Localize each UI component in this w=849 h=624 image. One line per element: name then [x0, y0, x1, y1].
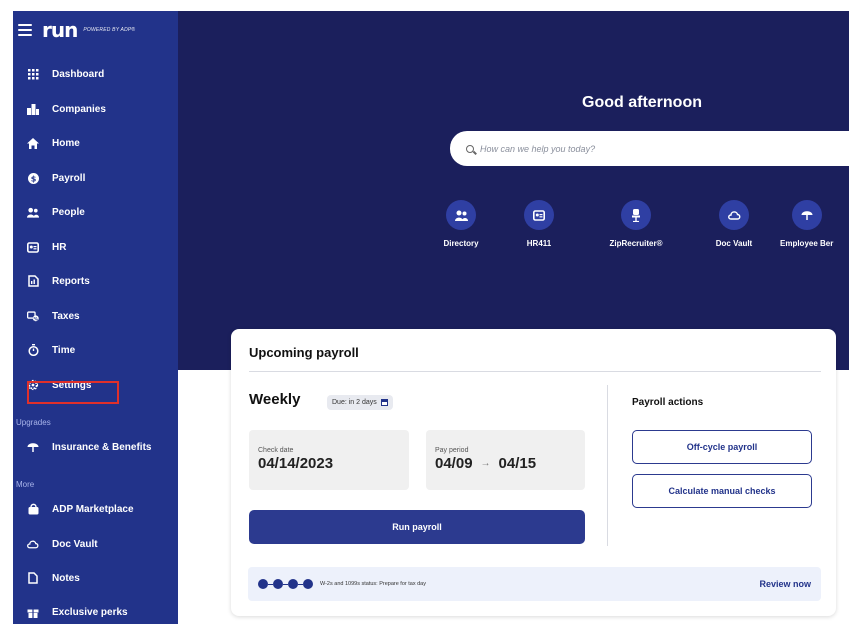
calculate-manual-checks-button[interactable]: Calculate manual checks [632, 474, 812, 508]
payroll-frequency: Weekly [249, 391, 301, 408]
id-card-icon [27, 241, 39, 253]
quick-link-label: HR411 [526, 239, 552, 248]
status-text: W-2s and 1099s status: Prepare for tax d… [320, 581, 426, 587]
grid-icon [27, 68, 39, 80]
dollar-icon: $ [27, 172, 39, 184]
arrow-right-icon: → [480, 458, 491, 469]
search-icon [466, 144, 474, 153]
hero-banner [178, 11, 849, 370]
due-badge-text: Due: in 2 days [332, 399, 377, 406]
progress-dots [258, 579, 313, 589]
pay-period-box: Pay period 04/09 → 04/15 [426, 430, 585, 490]
quick-link-hr411[interactable]: HR411 [509, 200, 569, 248]
home-icon [27, 137, 39, 149]
card-title: Upcoming payroll [249, 345, 359, 360]
tax-icon: % [27, 310, 39, 322]
upgrades-section-label: Upgrades [16, 418, 51, 427]
run-payroll-button[interactable]: Run payroll [249, 510, 585, 544]
sidebar-item-label: Taxes [52, 310, 80, 322]
divider [249, 371, 821, 372]
sidebar-item-label: Insurance & Benefits [52, 441, 152, 453]
sidebar-item-payroll[interactable]: $ Payroll [13, 167, 178, 189]
sidebar-item-insurance-benefits[interactable]: Insurance & Benefits [13, 436, 178, 458]
sidebar-item-companies[interactable]: Companies [13, 98, 178, 120]
sidebar-item-home[interactable]: Home [13, 132, 178, 154]
report-icon [27, 275, 39, 287]
powered-by-text: POWERED BY ADP® [83, 27, 136, 33]
umbrella-icon [27, 441, 39, 453]
stopwatch-icon [27, 344, 39, 356]
pay-period-start: 04/09 [435, 455, 473, 472]
hamburger-menu-icon[interactable] [18, 24, 32, 36]
svg-text:%: % [33, 316, 38, 322]
check-date-value: 04/14/2023 [258, 455, 334, 472]
sidebar-item-label: People [52, 206, 85, 218]
note-icon [27, 572, 39, 584]
sidebar-item-time[interactable]: Time [13, 339, 178, 361]
sidebar: run POWERED BY ADP® Dashboard Companies … [13, 11, 178, 624]
pay-period-end: 04/15 [498, 455, 537, 472]
sidebar-item-taxes[interactable]: % Taxes [13, 305, 178, 327]
sidebar-item-label: Payroll [52, 172, 86, 184]
quick-link-label: Employee Ber [780, 239, 834, 248]
cloud-lock-icon [27, 538, 39, 550]
sidebar-item-label: Exclusive perks [52, 606, 128, 618]
umbrella-icon [792, 200, 822, 230]
quick-link-label: Doc Vault [715, 239, 753, 248]
run-logo[interactable]: run [42, 20, 78, 40]
sidebar-item-people[interactable]: People [13, 201, 178, 223]
quick-link-directory[interactable]: Directory [426, 200, 496, 248]
greeting-heading: Good afternoon [582, 94, 702, 111]
calendar-icon[interactable] [380, 399, 388, 406]
sidebar-item-hr[interactable]: HR [13, 236, 178, 258]
sidebar-item-label: Home [52, 137, 80, 149]
sidebar-item-adp-marketplace[interactable]: ADP Marketplace [13, 498, 178, 520]
id-card-icon [524, 200, 554, 230]
sidebar-item-dashboard[interactable]: Dashboard [13, 63, 178, 85]
sidebar-item-label: Time [52, 344, 76, 356]
vertical-divider [607, 385, 608, 546]
people-icon [27, 206, 39, 218]
chair-icon [621, 200, 651, 230]
sidebar-item-doc-vault[interactable]: Doc Vault [13, 533, 178, 555]
people-icon [446, 200, 476, 230]
quick-link-doc-vault[interactable]: Doc Vault [699, 200, 769, 248]
check-date-box: Check date 04/14/2023 [249, 430, 409, 490]
sidebar-item-label: Companies [52, 103, 106, 115]
sidebar-item-exclusive-perks[interactable]: Exclusive perks [13, 601, 178, 623]
search-input[interactable]: How can we help you today? [450, 131, 849, 166]
tax-status-bar: W-2s and 1099s status: Prepare for tax d… [248, 567, 821, 601]
sidebar-item-label: Dashboard [52, 68, 105, 80]
sidebar-item-label: Reports [52, 275, 90, 287]
sidebar-item-notes[interactable]: Notes [13, 567, 178, 589]
quick-link-label: ZipRecruiter® [609, 239, 663, 248]
due-badge: Due: in 2 days [327, 395, 393, 410]
pay-period-value: 04/09 → 04/15 [435, 455, 536, 472]
review-now-link[interactable]: Review now [759, 579, 811, 589]
bag-icon [27, 503, 39, 515]
sidebar-item-label: Notes [52, 572, 80, 584]
pay-period-label: Pay period [435, 447, 469, 454]
brand: run POWERED BY ADP® [18, 20, 136, 40]
svg-text:$: $ [30, 174, 36, 183]
gift-icon [27, 606, 39, 618]
more-section-label: More [16, 480, 35, 489]
sidebar-item-label: Doc Vault [52, 538, 98, 550]
sidebar-item-reports[interactable]: Reports [13, 270, 178, 292]
quick-link-label: Directory [443, 239, 479, 248]
building-icon [27, 103, 39, 115]
cloud-lock-icon [719, 200, 749, 230]
quick-link-employee-benefits[interactable]: Employee Ber [780, 200, 849, 248]
search-placeholder: How can we help you today? [480, 143, 596, 154]
off-cycle-payroll-button[interactable]: Off-cycle payroll [632, 430, 812, 464]
upcoming-payroll-card: Upcoming payroll Weekly Due: in 2 days C… [231, 329, 836, 616]
payroll-actions-title: Payroll actions [632, 397, 704, 408]
quick-link-ziprecruiter[interactable]: ZipRecruiter® [596, 200, 676, 248]
sidebar-item-label: HR [52, 241, 67, 253]
settings-highlight [27, 381, 119, 404]
sidebar-item-label: ADP Marketplace [52, 503, 134, 515]
check-date-label: Check date [258, 447, 294, 454]
